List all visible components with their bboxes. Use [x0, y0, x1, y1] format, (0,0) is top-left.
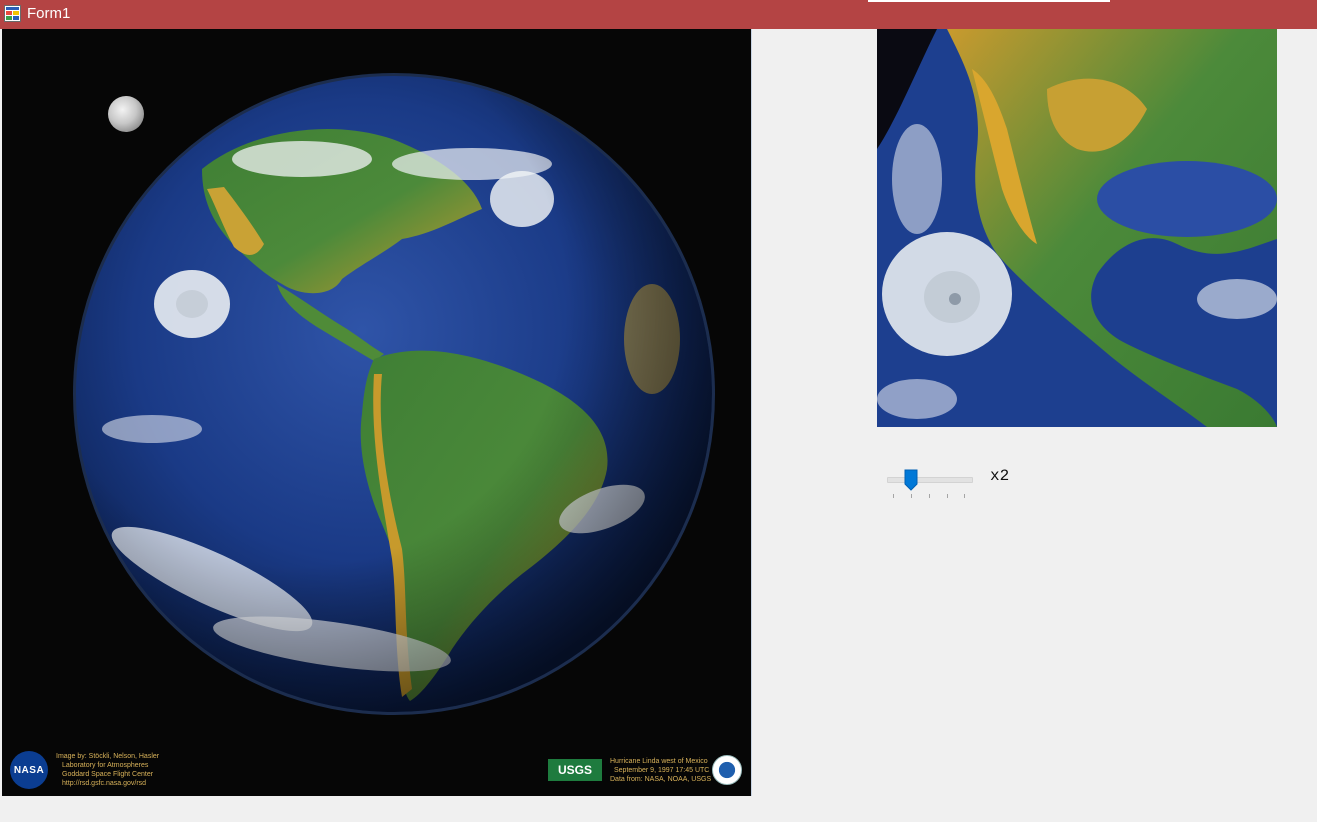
- noaa-logo: [712, 755, 742, 785]
- trackbar-tick: [893, 494, 894, 498]
- caption-line-2: September 9, 1997 17:45 UTC: [614, 767, 710, 774]
- main-picture-box[interactable]: NASA Image by: Stöckli, Nelson, Hasler L…: [2, 29, 752, 796]
- image-credit-line-4: http://rsd.gsfc.nasa.gov/rsd: [62, 780, 147, 787]
- image-credit-line-2: Laboratory for Atmospheres: [62, 762, 149, 769]
- title-bar: Form1: [0, 0, 1317, 29]
- trackbar-tick: [964, 494, 965, 498]
- trackbar-tick: [947, 494, 948, 498]
- zoomed-earth-image: [877, 29, 1277, 427]
- zoom-factor-label: x2: [990, 467, 1010, 485]
- trackbar-thumb[interactable]: [904, 469, 918, 491]
- window-title: Form1: [27, 5, 71, 22]
- moon-image: [108, 96, 144, 132]
- caption-line-1: Hurricane Linda west of Mexico: [610, 758, 708, 765]
- earth-image: [73, 73, 715, 715]
- nasa-logo: NASA: [10, 751, 48, 789]
- trackbar-tick: [911, 494, 912, 498]
- image-credit-line-1: Image by: Stöckli, Nelson, Hasler: [56, 753, 160, 760]
- form-app-icon: [4, 5, 21, 22]
- trackbar-tick: [929, 494, 930, 498]
- zoom-trackbar[interactable]: [884, 463, 974, 503]
- image-credit-line-3: Goddard Space Flight Center: [62, 771, 154, 778]
- caption-line-3: Data from: NASA, NOAA, USGS: [610, 776, 712, 783]
- trackbar-track[interactable]: [887, 477, 973, 483]
- titlebar-highlight: [868, 0, 1110, 2]
- zoom-picture-box[interactable]: [877, 29, 1277, 427]
- usgs-logo: USGS: [548, 759, 602, 781]
